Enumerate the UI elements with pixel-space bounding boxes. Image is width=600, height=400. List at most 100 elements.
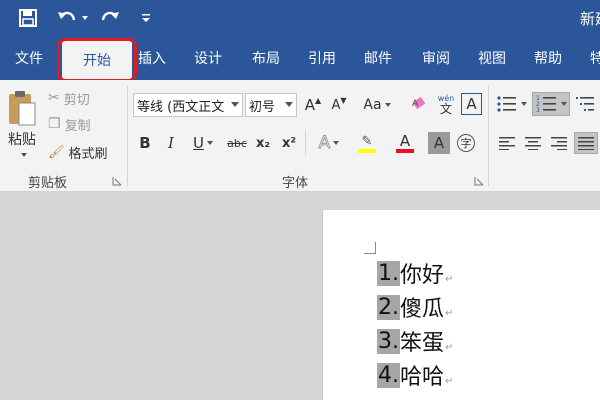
- document-page[interactable]: 1. 你好 ↵ 2. 傻瓜 ↵ 3. 笨蛋 ↵ 4. 哈哈 ↵: [322, 210, 600, 400]
- cut-button[interactable]: ✂ 剪切: [48, 88, 104, 108]
- numbering-button[interactable]: 1 2 3: [532, 92, 570, 116]
- text-highlight-button[interactable]: ✎: [350, 130, 384, 156]
- character-shading-button[interactable]: A: [428, 132, 450, 154]
- align-center-icon: [525, 137, 541, 150]
- bold-label: B: [139, 134, 151, 152]
- change-case-button[interactable]: Aa: [360, 94, 394, 116]
- enclose-characters-button[interactable]: 字: [455, 132, 477, 154]
- highlight-color-swatch: [358, 148, 376, 153]
- tab-layout[interactable]: 布局: [244, 36, 288, 80]
- clipboard-paste-icon: [9, 91, 36, 126]
- justify-icon: [578, 137, 594, 150]
- undo-dropdown-icon[interactable]: [81, 16, 88, 20]
- format-painter-icon: 🖌: [48, 144, 65, 160]
- clipboard-dialog-launcher-icon[interactable]: [112, 176, 122, 186]
- grow-font-icon: ▲: [315, 95, 322, 105]
- paste-button[interactable]: [4, 86, 40, 132]
- font-name-combo[interactable]: 等线 (西文正文: [133, 93, 243, 117]
- multilevel-list-button[interactable]: [574, 92, 600, 116]
- undo-icon: [57, 11, 75, 21]
- save-icon: [19, 9, 37, 27]
- tab-design[interactable]: 设计: [186, 36, 230, 80]
- scissors-icon: ✂: [48, 90, 60, 106]
- copy-button[interactable]: ❐ 复制: [48, 114, 104, 134]
- strikethrough-button[interactable]: abc: [224, 132, 250, 154]
- underline-button[interactable]: U: [186, 132, 220, 154]
- tab-file[interactable]: 文件: [0, 36, 58, 80]
- list-item[interactable]: 2. 傻瓜 ↵: [377, 290, 453, 324]
- font-size-combo[interactable]: 初号: [245, 93, 297, 117]
- customize-dropdown-icon: [142, 14, 150, 22]
- clipboard-group-label: 剪贴板: [28, 176, 68, 191]
- align-center-button[interactable]: [522, 132, 544, 154]
- document-title: 新建: [579, 10, 600, 28]
- grow-font-label: A: [304, 96, 316, 114]
- tab-help[interactable]: 帮助: [526, 36, 570, 80]
- font-size-value: 初号: [249, 99, 276, 115]
- list-item[interactable]: 1. 你好 ↵: [377, 256, 453, 290]
- list-item[interactable]: 4. 哈哈 ↵: [377, 358, 453, 392]
- paste-dropdown-icon[interactable]: [14, 150, 30, 160]
- list-item[interactable]: 3. 笨蛋 ↵: [377, 324, 453, 358]
- underline-dropdown-icon: [206, 141, 213, 145]
- ribbon-tab-bar: 文件 开始 插入 设计 布局 引用 邮件 审阅 视图 帮助 特: [0, 36, 600, 80]
- align-left-button[interactable]: [496, 132, 518, 154]
- font-dialog-launcher-icon[interactable]: [474, 176, 484, 186]
- list-item-number: 4.: [377, 362, 400, 388]
- format-painter-button[interactable]: 🖌 格式刷: [48, 142, 122, 162]
- tab-insert[interactable]: 插入: [132, 36, 172, 80]
- enclose-characters-label: 字: [457, 134, 475, 152]
- list-item-number: 2.: [377, 294, 400, 320]
- grow-font-button[interactable]: A ▲: [302, 94, 324, 116]
- bullets-button[interactable]: [494, 92, 528, 116]
- superscript-button[interactable]: x²: [278, 132, 300, 154]
- character-border-button[interactable]: A: [461, 93, 482, 115]
- subscript-button[interactable]: x₂: [252, 132, 274, 154]
- justify-button[interactable]: [574, 132, 598, 154]
- redo-button[interactable]: [98, 6, 122, 30]
- tab-home[interactable]: 开始: [62, 40, 132, 80]
- paragraph-mark: ↵: [445, 307, 454, 319]
- numbering-dropdown-icon: [560, 102, 567, 106]
- customize-quick-access-button[interactable]: [138, 6, 154, 30]
- list-item-number: 1.: [377, 260, 400, 286]
- bullets-dropdown-icon: [520, 102, 527, 106]
- format-painter-label: 格式刷: [68, 146, 108, 162]
- strikethrough-label: abc: [227, 136, 247, 150]
- bold-button[interactable]: B: [134, 132, 156, 154]
- margin-corner-mark: [364, 242, 376, 254]
- phonetic-guide-button[interactable]: wén 文: [434, 90, 458, 118]
- undo-button[interactable]: [54, 6, 90, 30]
- save-button[interactable]: [16, 6, 40, 30]
- font-color-button[interactable]: A: [388, 130, 422, 156]
- paste-label[interactable]: 粘贴: [4, 130, 40, 148]
- tab-references[interactable]: 引用: [300, 36, 344, 80]
- tab-view[interactable]: 视图: [470, 36, 514, 80]
- multilevel-list-icon: [576, 97, 594, 111]
- character-shading-label: A: [433, 134, 445, 152]
- tab-mailings[interactable]: 邮件: [356, 36, 400, 80]
- clear-formatting-button[interactable]: A: [408, 92, 432, 116]
- subscript-label: x₂: [255, 135, 271, 151]
- list-item-text: 傻瓜: [400, 297, 445, 322]
- align-right-button[interactable]: [548, 132, 570, 154]
- character-border-label: A: [466, 95, 477, 113]
- tab-review[interactable]: 审阅: [414, 36, 458, 80]
- superscript-label: x²: [281, 135, 297, 151]
- eraser-icon: A: [412, 96, 426, 110]
- shrink-font-button[interactable]: A ▼: [328, 94, 350, 116]
- align-right-icon: [551, 137, 567, 150]
- change-case-dropdown-icon: [384, 103, 391, 107]
- redo-icon: [101, 11, 119, 21]
- paragraph-mark: ↵: [445, 375, 454, 387]
- copy-icon: ❐: [48, 116, 61, 132]
- italic-button[interactable]: I: [160, 132, 182, 154]
- underline-label: U: [193, 134, 204, 152]
- text-effects-dropdown-icon: [333, 141, 340, 145]
- paragraph-mark: ↵: [445, 341, 454, 353]
- numbering-icon: 1 2 3: [536, 95, 556, 113]
- text-effects-button[interactable]: A: [312, 132, 346, 154]
- tab-more[interactable]: 特: [582, 36, 600, 80]
- font-color-label: A: [399, 132, 411, 150]
- group-divider: [127, 86, 128, 186]
